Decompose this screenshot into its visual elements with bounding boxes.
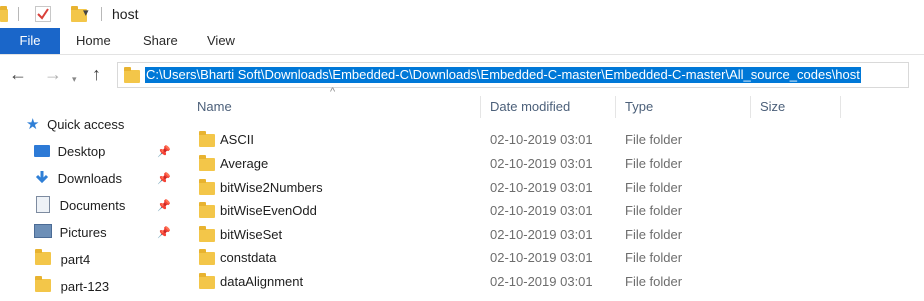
tab-share[interactable]: Share: [143, 28, 178, 54]
folder-icon: [199, 155, 215, 171]
pin-icon[interactable]: 📌: [157, 140, 171, 164]
file-name: Average: [220, 156, 269, 171]
folder-icon: [199, 202, 215, 218]
folder-icon: [35, 249, 51, 265]
file-type: File folder: [625, 156, 683, 171]
column-divider[interactable]: [750, 96, 751, 118]
column-divider[interactable]: [840, 96, 841, 118]
quick-access-item[interactable]: ★ Quick access: [26, 113, 124, 137]
desktop-icon: [34, 145, 50, 157]
sidebar-item-label: part4: [60, 252, 91, 267]
address-path[interactable]: C:\Users\Bharti Soft\Downloads\Embedded-…: [145, 67, 861, 83]
toolbar-divider: [18, 7, 19, 21]
table-row[interactable]: Average 02-10-2019 03:01 File folder: [190, 152, 924, 175]
file-type: File folder: [625, 132, 683, 147]
folder-icon: [199, 179, 215, 195]
navigation-pane: ★ Quick access Desktop 📌 Downloads 📌 Doc…: [0, 92, 180, 301]
pictures-icon: [34, 224, 52, 238]
sidebar-item-label: part-123: [60, 279, 110, 294]
table-row[interactable]: bitWiseSet 02-10-2019 03:01 File folder: [190, 223, 924, 246]
pin-icon[interactable]: 📌: [157, 221, 171, 245]
forward-arrow-icon[interactable]: →: [44, 63, 62, 85]
file-date-modified: 02-10-2019 03:01: [490, 203, 593, 218]
column-divider[interactable]: [480, 96, 481, 118]
ribbon: File Home Share View: [0, 28, 924, 55]
sidebar-item-documents[interactable]: Documents 📌: [36, 194, 180, 218]
title-bar: ▾ host: [0, 0, 924, 28]
customize-toolbar-dropdown-icon[interactable]: ▾: [83, 6, 89, 22]
folder-icon: [35, 276, 51, 292]
back-arrow-icon[interactable]: ←: [9, 63, 27, 85]
up-arrow-icon[interactable]: ↑: [92, 63, 101, 85]
pin-icon[interactable]: 📌: [157, 167, 171, 191]
properties-checkmark-icon[interactable]: [35, 6, 51, 22]
file-date-modified: 02-10-2019 03:01: [490, 250, 593, 265]
recent-locations-chevron-icon[interactable]: ▾: [72, 68, 77, 90]
column-header-name[interactable]: Name: [197, 92, 232, 122]
sidebar-item-label: Documents: [59, 198, 126, 213]
download-icon: [34, 169, 50, 184]
file-type: File folder: [625, 250, 683, 265]
table-row[interactable]: constdata 02-10-2019 03:01 File folder: [190, 246, 924, 269]
file-date-modified: 02-10-2019 03:01: [490, 132, 593, 147]
sidebar-item-part4[interactable]: part4: [35, 248, 90, 272]
column-divider[interactable]: [615, 96, 616, 118]
table-row[interactable]: bitWiseEvenOdd 02-10-2019 03:01 File fol…: [190, 199, 924, 222]
star-icon: ★: [26, 116, 40, 133]
folder-icon: [0, 6, 8, 22]
file-type: File folder: [625, 203, 683, 218]
sidebar-item-label: Pictures: [59, 225, 107, 240]
file-date-modified: 02-10-2019 03:01: [490, 156, 593, 171]
file-type: File folder: [625, 274, 683, 289]
file-name: ASCII: [220, 132, 254, 147]
table-row[interactable]: bitWise2Numbers 02-10-2019 03:01 File fo…: [190, 176, 924, 199]
column-header-type[interactable]: Type: [625, 92, 653, 122]
sidebar-item-part-123[interactable]: part-123: [35, 275, 109, 299]
file-name: constdata: [220, 250, 277, 265]
sidebar-item-desktop[interactable]: Desktop 📌: [34, 140, 180, 164]
tab-view[interactable]: View: [207, 28, 235, 54]
toolbar-divider: [101, 7, 102, 21]
tab-home[interactable]: Home: [76, 28, 111, 54]
column-header-size[interactable]: Size: [760, 92, 785, 122]
file-name: bitWiseEvenOdd: [220, 203, 317, 218]
file-date-modified: 02-10-2019 03:01: [490, 227, 593, 242]
sort-ascending-icon: ^: [330, 86, 336, 98]
file-date-modified: 02-10-2019 03:01: [490, 180, 593, 195]
tab-file[interactable]: File: [0, 28, 60, 54]
navigation-bar: ← → ▾ ↑ C:\Users\Bharti Soft\Downloads\E…: [0, 58, 924, 90]
folder-icon: [199, 131, 215, 147]
window-title: host: [112, 6, 139, 22]
file-type: File folder: [625, 180, 683, 195]
file-date-modified: 02-10-2019 03:01: [490, 274, 593, 289]
sidebar-item-label: Desktop: [57, 144, 106, 159]
file-name: dataAlignment: [220, 274, 304, 289]
address-bar[interactable]: C:\Users\Bharti Soft\Downloads\Embedded-…: [117, 62, 909, 88]
sidebar-item-downloads[interactable]: Downloads 📌: [34, 167, 180, 191]
documents-icon: [36, 196, 50, 213]
table-row[interactable]: ASCII 02-10-2019 03:01 File folder: [190, 128, 924, 151]
file-type: File folder: [625, 227, 683, 242]
quick-access-label: Quick access: [47, 117, 125, 132]
file-name: bitWiseSet: [220, 227, 283, 242]
column-header-date-modified[interactable]: Date modified: [490, 92, 570, 122]
folder-icon: [124, 67, 140, 83]
sidebar-item-label: Downloads: [57, 171, 122, 186]
pin-icon[interactable]: 📌: [157, 194, 171, 218]
folder-icon: [199, 226, 215, 242]
folder-icon: [199, 273, 215, 289]
file-list: ^ Name Date modified Type Size ASCII 02-…: [190, 86, 924, 301]
folder-icon: [199, 249, 215, 265]
file-name: bitWise2Numbers: [220, 180, 323, 195]
sidebar-item-pictures[interactable]: Pictures 📌: [34, 221, 180, 245]
table-row[interactable]: dataAlignment 02-10-2019 03:01 File fold…: [190, 270, 924, 293]
